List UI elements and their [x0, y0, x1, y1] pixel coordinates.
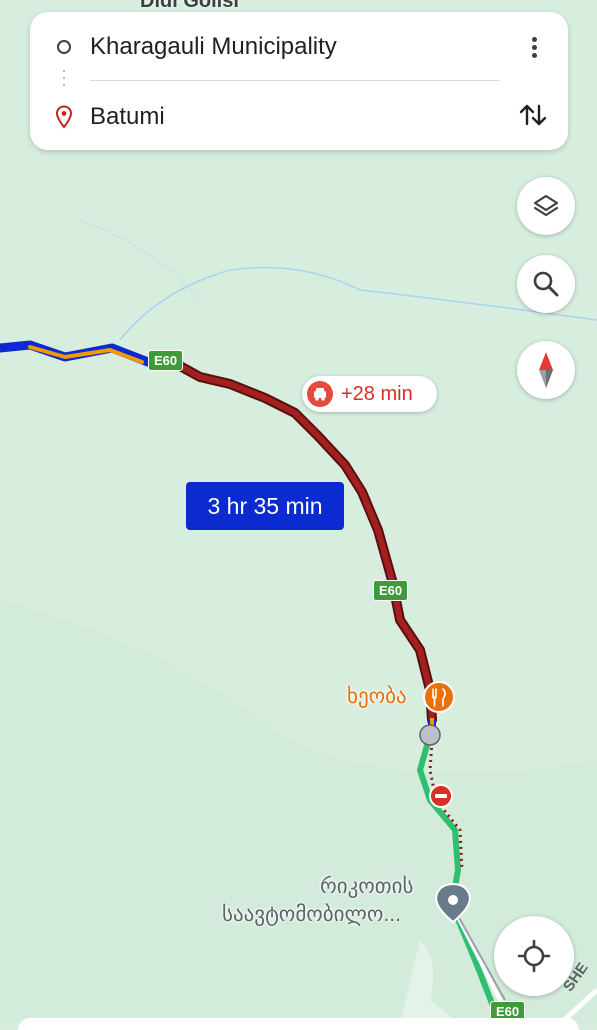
origin-field[interactable]: Kharagauli Municipality [90, 33, 337, 61]
more-vert-icon[interactable] [522, 34, 546, 62]
road-shield-e60: E60 [148, 350, 184, 371]
compass-button[interactable] [517, 341, 575, 399]
road-closed-bar [435, 794, 447, 798]
origin-row[interactable]: Kharagauli Municipality [30, 22, 568, 72]
road-shield-e60: E60 [373, 580, 409, 601]
traffic-delay-chip[interactable]: +28 min [302, 376, 437, 412]
route-dots-icon [63, 70, 66, 90]
destination-field[interactable]: Batumi [90, 103, 165, 131]
route-duration-label[interactable]: 3 hr 35 min [186, 482, 344, 530]
field-divider [90, 80, 500, 81]
poi-station-label-line2[interactable]: საავტომობილო... [222, 902, 401, 927]
poi-station-label-line1[interactable]: რიკოთის [320, 874, 413, 899]
search-icon [533, 271, 559, 297]
layers-icon [533, 194, 559, 217]
directions-card: Kharagauli Municipality Batumi [30, 12, 568, 150]
route-line-traffic[interactable] [175, 361, 437, 725]
search-button[interactable] [517, 255, 575, 313]
river-line [79, 219, 201, 301]
waypoint-marker[interactable] [419, 724, 441, 746]
traffic-delay-text: +28 min [341, 382, 413, 405]
my-location-icon [517, 939, 551, 973]
my-location-button[interactable] [494, 916, 574, 996]
poi-restaurant-label[interactable]: ხეობა [347, 684, 407, 709]
route-line-blue[interactable] [0, 340, 153, 367]
swap-vert-icon[interactable] [516, 98, 550, 132]
destination-row[interactable]: Batumi [30, 92, 568, 142]
layers-button[interactable] [517, 177, 575, 235]
origin-circle-icon [57, 40, 71, 54]
destination-pin-icon [55, 105, 73, 129]
traffic-car-icon [307, 381, 333, 407]
restaurant-pin-icon[interactable] [423, 681, 455, 713]
bottom-sheet-edge[interactable] [18, 1018, 579, 1030]
compass-icon [539, 352, 553, 388]
